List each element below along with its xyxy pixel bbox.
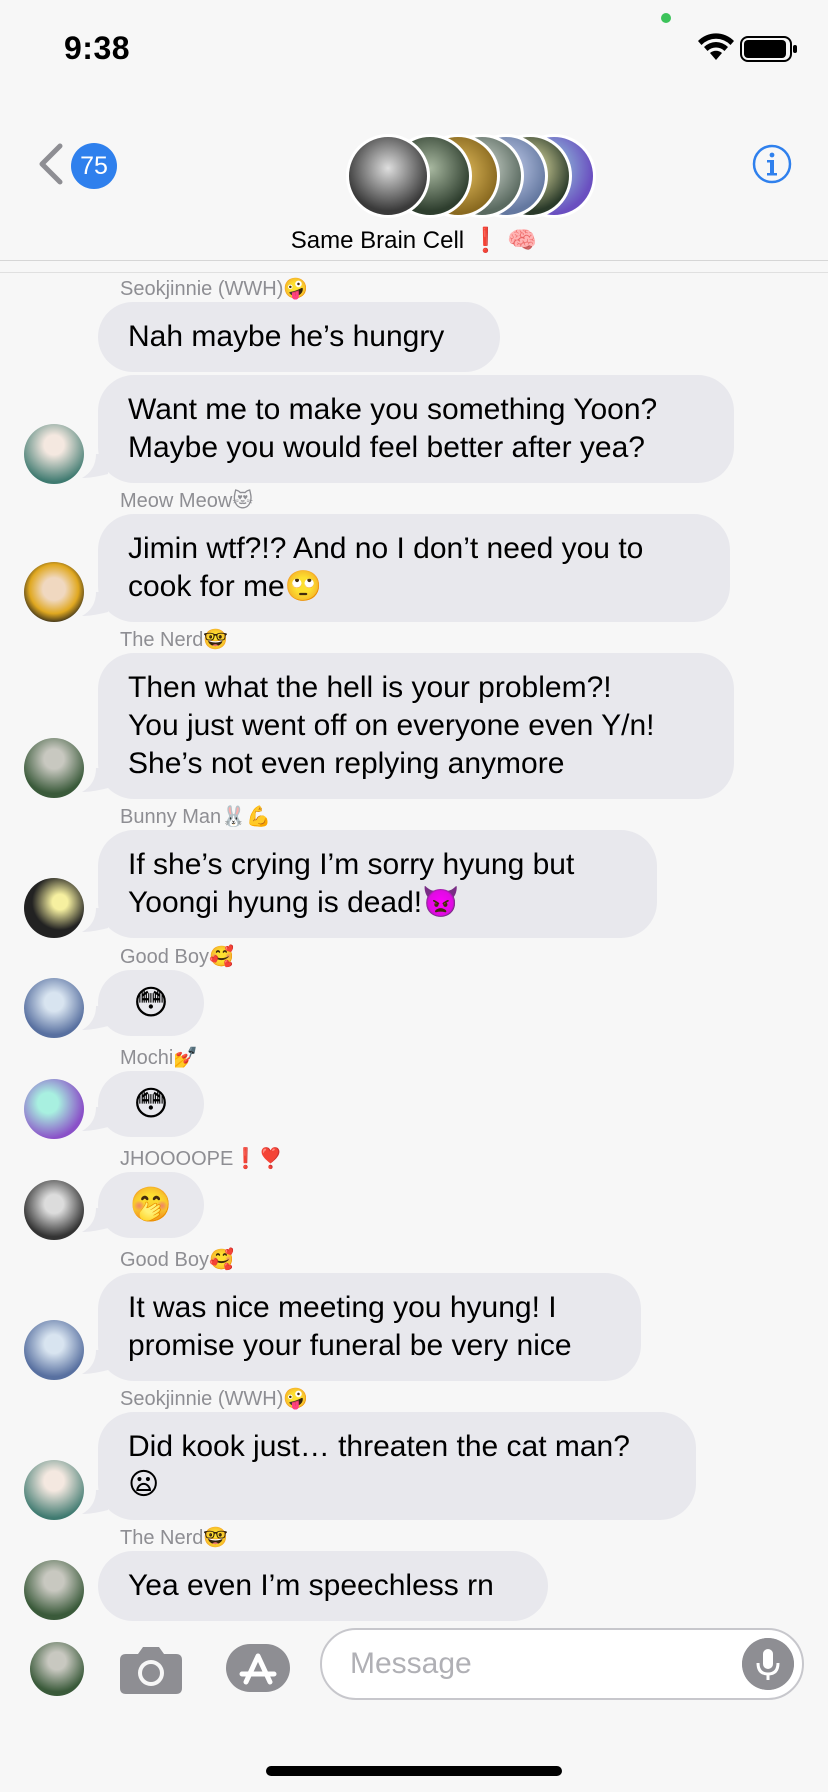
message-bubble[interactable]: 😳 (98, 1071, 204, 1137)
header-divider (0, 272, 828, 273)
battery-icon (740, 36, 797, 62)
status-time: 9:38 (64, 30, 131, 66)
avatar[interactable] (24, 1460, 84, 1520)
avatar[interactable] (24, 1560, 84, 1620)
message-line: Yoongi hyung is dead!👿 (128, 886, 460, 919)
message-line: She’s not even replying anymore (128, 747, 565, 780)
message-input[interactable]: Message (320, 1628, 804, 1700)
sender-name: Good Boy🥰 (120, 946, 234, 968)
camera-indicator-dot (661, 13, 671, 23)
message-text: 😳 (133, 984, 169, 1022)
sender-name: JHOOOOPE❗️❣️ (120, 1148, 284, 1170)
message-text: 🤭 (129, 1186, 173, 1224)
message-bubble[interactable]: 😳 (98, 970, 204, 1036)
avatar[interactable] (24, 978, 84, 1038)
message-bubble[interactable]: Nah maybe he’s hungry (98, 302, 500, 372)
message-bubble[interactable]: Did kook just… threaten the cat man? 😦 (98, 1412, 696, 1520)
avatar[interactable] (24, 878, 84, 938)
bubble-tail (82, 768, 108, 792)
memoji-avatar-button[interactable] (30, 1642, 84, 1696)
avatar[interactable] (24, 1320, 84, 1380)
sender-name: Seokjinnie (WWH)🤪 (120, 278, 309, 300)
message-bubble[interactable]: It was nice meeting you hyung! I promise… (98, 1273, 641, 1381)
bubble-tail (82, 1107, 108, 1131)
bubble-tail (82, 454, 108, 478)
message-line: Want me to make you something Yoon? (128, 393, 658, 426)
sender-name: The Nerd🤓 (120, 1527, 229, 1549)
message-line: If she’s crying I’m sorry hyung but (128, 848, 575, 881)
info-icon[interactable] (752, 144, 792, 184)
message-line: cook for me🙄 (128, 570, 323, 603)
sender-name: Bunny Man🐰💪 (120, 806, 271, 828)
message-line: Jimin wtf?!? And no I don’t need you to (128, 532, 644, 565)
bubble-tail (82, 1490, 108, 1514)
avatar[interactable] (24, 738, 84, 798)
avatar[interactable] (24, 562, 84, 622)
sender-name: The Nerd🤓 (120, 629, 229, 651)
bubble-tail (82, 592, 108, 616)
message-placeholder: Message (350, 1647, 472, 1680)
unread-count-badge[interactable]: 75 (71, 143, 117, 189)
message-bubble[interactable]: If she’s crying I’m sorry hyung but Yoon… (98, 830, 657, 938)
bubble-tail (82, 1208, 108, 1232)
message-bubble[interactable]: Jimin wtf?!? And no I don’t need you to … (98, 514, 730, 622)
group-avatar (346, 134, 430, 218)
avatar[interactable] (24, 424, 84, 484)
bubble-tail (82, 908, 108, 932)
sender-name: Seokjinnie (WWH)🤪 (120, 1388, 309, 1410)
group-title[interactable]: Same Brain Cell ❗️ 🧠 (0, 226, 828, 255)
status-bar: 9:38 (0, 0, 828, 100)
message-line: It was nice meeting you hyung! I (128, 1291, 557, 1324)
message-bubble[interactable]: Want me to make you something Yoon? Mayb… (98, 375, 734, 483)
home-indicator[interactable] (266, 1766, 562, 1776)
conversation-header: 75 Same Brain Cell ❗️ 🧠 (0, 120, 828, 261)
microphone-icon[interactable] (742, 1638, 794, 1690)
sender-name: Mochi💅 (120, 1047, 199, 1069)
message-line: promise your funeral be very nice (128, 1329, 572, 1362)
message-bubble[interactable]: Then what the hell is your problem?! You… (98, 653, 734, 799)
message-bubble[interactable]: 🤭 (98, 1172, 204, 1238)
avatar[interactable] (24, 1180, 84, 1240)
bubble-tail (82, 1350, 108, 1374)
message-text: Yea even I’m speechless rn (128, 1569, 494, 1602)
compose-bar: Message (0, 1614, 828, 1710)
wifi-icon (698, 33, 734, 60)
camera-icon[interactable] (118, 1644, 184, 1696)
message-line: 😦 (128, 1468, 160, 1501)
message-text: 😳 (133, 1085, 169, 1123)
message-text: Nah maybe he’s hungry (128, 320, 445, 353)
message-line: Did kook just… threaten the cat man? (128, 1430, 630, 1463)
back-chevron-icon[interactable] (34, 142, 68, 186)
app-store-icon[interactable] (224, 1642, 292, 1694)
sender-name: Good Boy🥰 (120, 1249, 234, 1271)
bubble-tail (82, 1006, 108, 1030)
sender-name: Meow Meow😻 (120, 490, 254, 512)
message-line: Then what the hell is your problem?! (128, 671, 612, 704)
message-bubble[interactable]: Yea even I’m speechless rn (98, 1551, 548, 1621)
message-line: Maybe you would feel better after yea? (128, 431, 645, 464)
avatar[interactable] (24, 1079, 84, 1139)
message-line: You just went off on everyone even Y/n! (128, 709, 655, 742)
group-avatar-stack[interactable] (346, 134, 596, 224)
